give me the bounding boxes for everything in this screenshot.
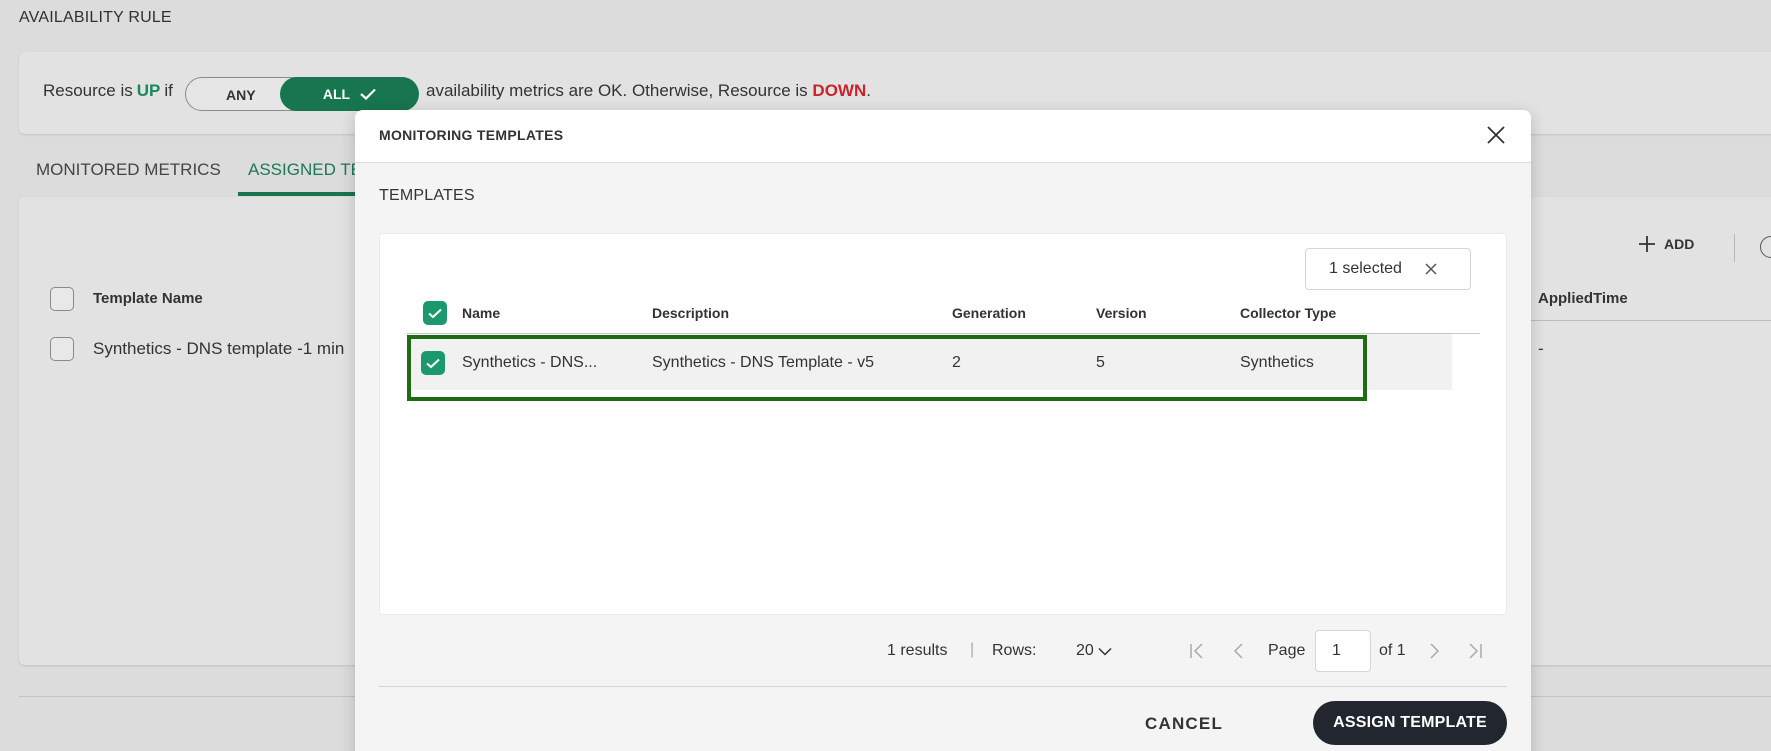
row-version: 5 [1096,354,1105,371]
footer-divider [379,686,1507,687]
rule-prefix: Resource is [43,81,133,100]
next-page-icon[interactable] [1425,642,1443,660]
active-tab-indicator [238,192,358,196]
page-number-input[interactable] [1315,630,1371,672]
cancel-button[interactable]: CANCEL [1145,714,1223,734]
select-all-checkbox-checked[interactable] [423,301,447,325]
templates-table: 1 selected Name Description Generation V… [379,233,1507,615]
assign-template-button[interactable]: ASSIGN TEMPLATE [1313,701,1507,745]
page-total: of 1 [1379,642,1406,659]
monitoring-templates-modal: MONITORING TEMPLATES TEMPLATES 1 selecte… [355,110,1531,751]
rule-rest-text: availability metrics are OK. Otherwise, … [426,81,871,101]
add-label: ADD [1664,236,1695,252]
toggle-all-label: ALL [322,86,351,102]
add-button[interactable]: ADD [1638,235,1694,253]
checkmark-icon [428,308,442,318]
checkmark-icon [426,358,440,368]
checkmark-icon [360,88,376,100]
column-template-name: Template Name [93,290,203,307]
previous-page-icon[interactable] [1230,642,1248,660]
selected-count-label: 1 selected [1329,260,1402,277]
column-version[interactable]: Version [1096,305,1147,321]
last-page-icon[interactable] [1466,642,1484,660]
rule-down-label: DOWN [812,81,867,100]
row-checkbox[interactable] [50,337,74,361]
rows-label: Rows: [992,642,1037,659]
row-generation: 2 [952,354,961,371]
close-icon[interactable] [1485,124,1507,146]
results-count: 1 results [887,642,948,659]
column-name[interactable]: Name [462,305,500,321]
rule-suffix: . [866,81,871,100]
any-all-toggle[interactable]: ANY ALL [185,77,419,111]
first-page-icon[interactable] [1188,642,1206,660]
plus-icon [1639,236,1655,252]
selected-count-chip: 1 selected [1305,248,1471,290]
rule-if: if [164,81,173,100]
row-description: Synthetics - DNS Template - v5 [652,354,875,371]
toggle-all-option[interactable]: ALL [280,77,419,111]
row-name[interactable]: Synthetics - DNS... [462,354,597,372]
modal-title: MONITORING TEMPLATES [379,127,564,143]
column-generation[interactable]: Generation [952,305,1026,321]
column-collector-type[interactable]: Collector Type [1240,305,1336,321]
rule-up-label: UP [136,81,161,100]
row-template-name[interactable]: Synthetics - DNS template -1 min [93,339,344,359]
toggle-any-option[interactable]: ANY [226,87,256,103]
header-divider [1530,320,1771,321]
row-checkbox-checked[interactable] [421,351,445,375]
toolbar-divider [1734,234,1735,262]
clear-selection-icon[interactable] [1424,262,1438,276]
rows-per-page-select[interactable]: 20 [1076,642,1112,660]
select-all-checkbox[interactable] [50,287,74,311]
availability-rule-title: AVAILABILITY RULE [19,9,172,26]
modal-header: MONITORING TEMPLATES [355,110,1531,163]
templates-section-title: TEMPLATES [379,187,475,204]
column-applied-time: AppliedTime [1538,290,1628,307]
page-label: Page [1268,642,1306,659]
pagination-bar: 1 results | Rows: 20 Page of 1 [355,630,1531,674]
rows-per-page-value: 20 [1076,642,1094,659]
row-collector-type: Synthetics [1240,354,1314,371]
pagination-separator: | [970,641,975,658]
tab-assigned-templates[interactable]: ASSIGNED TE [248,160,362,180]
row-applied-time: - [1538,339,1544,358]
rule-middle: availability metrics are OK. Otherwise, … [426,81,808,100]
chevron-down-icon [1098,647,1112,656]
rule-prefix-text: Resource is UP if [43,81,173,101]
column-description[interactable]: Description [652,305,729,321]
tab-monitored-metrics[interactable]: MONITORED METRICS [36,160,221,180]
